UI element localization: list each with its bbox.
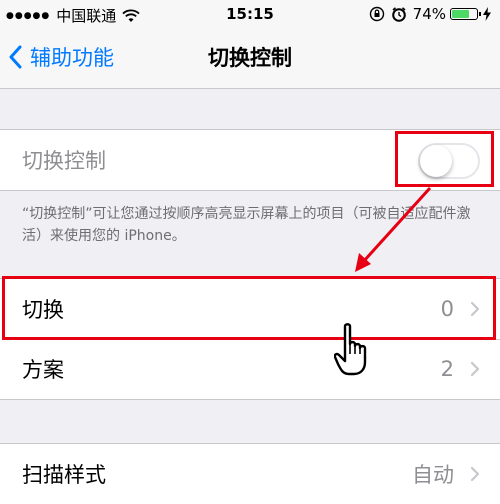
switch-control-description: “切换控制”可让您通过按顺序高亮显示屏幕上的项目（可被自适应配件激活）来使用您的… — [22, 206, 471, 244]
page-title: 切换控制 — [208, 46, 292, 70]
rotation-lock-icon — [369, 6, 384, 22]
battery-nub — [479, 12, 481, 16]
recipes-row[interactable]: 方案 2 — [0, 339, 500, 399]
scanning-style-label: 扫描样式 — [22, 463, 106, 487]
chevron-right-icon — [470, 361, 480, 377]
scanning-style-row[interactable]: 扫描样式 自动 — [0, 444, 500, 504]
navigation-bar: 辅助功能 切换控制 — [0, 30, 500, 89]
battery-level-fill — [452, 10, 469, 18]
scanning-style-value: 自动 — [412, 463, 454, 487]
chevron-right-icon — [470, 466, 480, 482]
scanning-group: 扫描样式 自动 — [0, 443, 500, 504]
charging-bolt-icon — [483, 7, 491, 21]
switches-highlight-box — [2, 276, 496, 340]
recipes-label: 方案 — [22, 358, 64, 382]
status-right: 74% — [369, 5, 492, 23]
status-bar: ●●●●● 中国联通 15:15 74% — [0, 0, 500, 30]
battery-icon — [450, 8, 481, 20]
hand-pointer-icon — [334, 323, 367, 376]
alarm-clock-icon — [391, 7, 406, 22]
switch-control-label: 切换控制 — [22, 149, 106, 173]
battery-percentage: 74% — [412, 5, 446, 23]
toggle-highlight-box — [395, 131, 494, 187]
recipes-count: 2 — [440, 357, 454, 381]
